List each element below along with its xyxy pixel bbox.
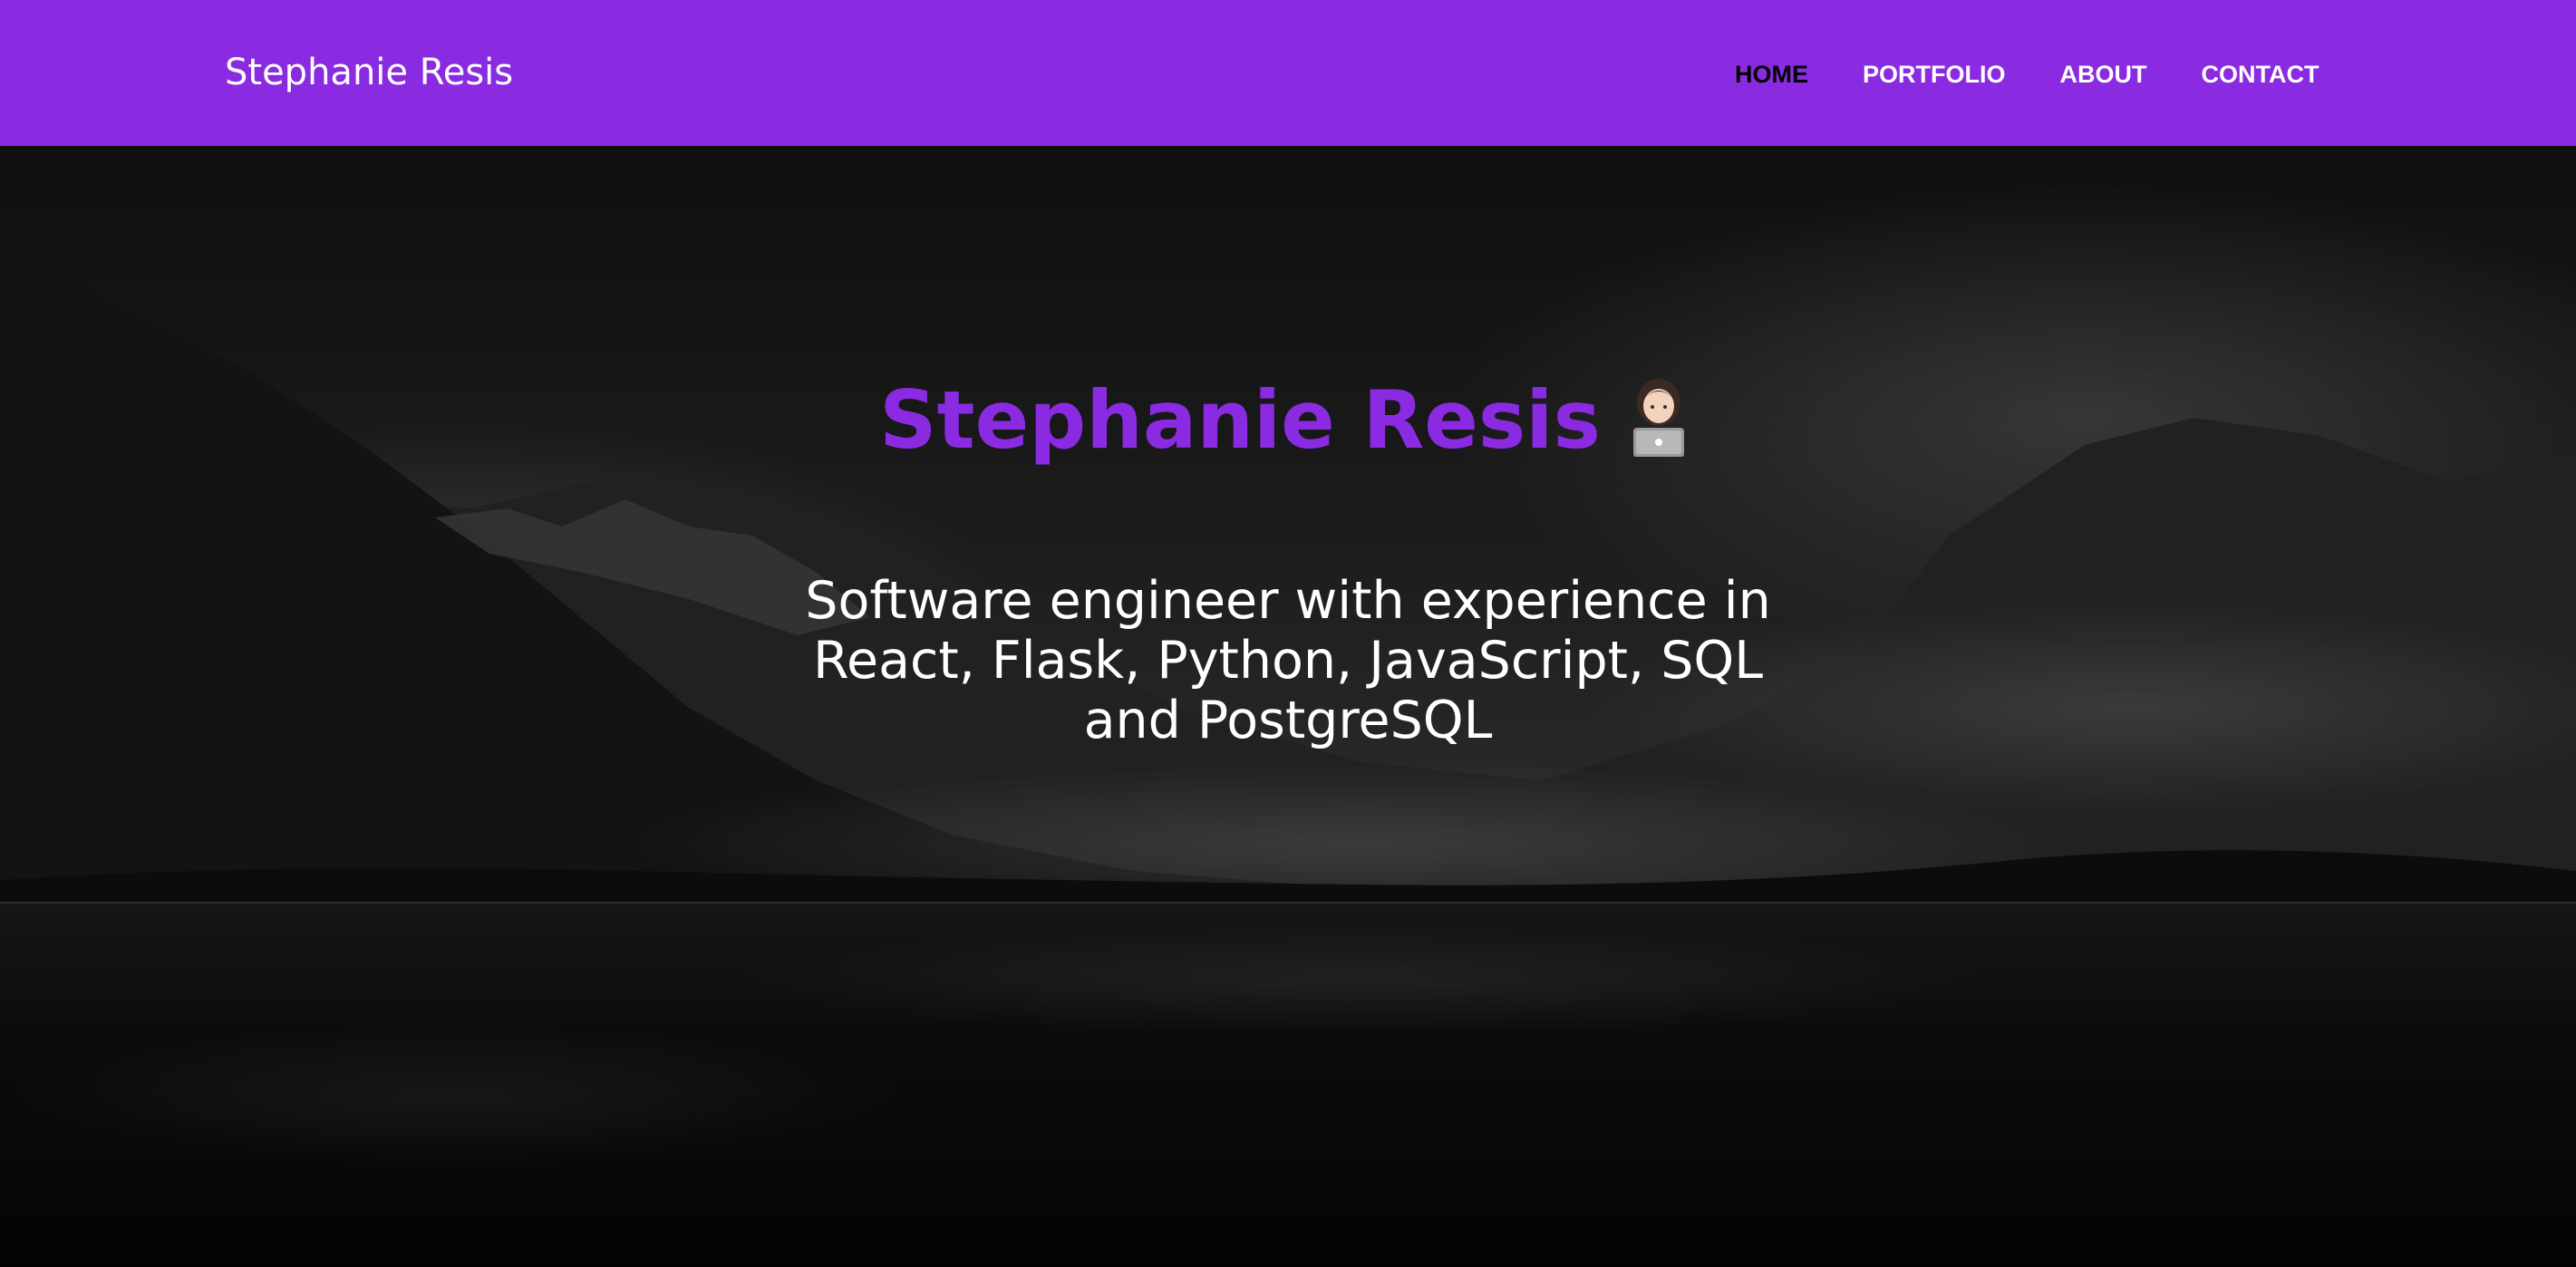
hero-title: Stephanie Resis bbox=[0, 371, 2576, 470]
nav-link-about[interactable]: ABOUT bbox=[2060, 58, 2147, 91]
technologist-at-laptop-icon bbox=[1621, 375, 1697, 457]
hero-title-text: Stephanie Resis bbox=[879, 373, 1601, 467]
nav-link-contact[interactable]: CONTACT bbox=[2202, 58, 2319, 91]
hero-content: Stephanie Resis Software engineer with e… bbox=[0, 146, 2576, 1267]
brand-logo-link[interactable]: Stephanie Resis bbox=[225, 47, 513, 98]
page: Stephanie Resis HOME PORTFOLIO ABOUT CON… bbox=[0, 0, 2576, 1267]
main-nav: HOME PORTFOLIO ABOUT CONTACT bbox=[1735, 56, 2319, 92]
hero-section: Stephanie Resis Software engineer with e… bbox=[0, 146, 2576, 1267]
nav-link-home[interactable]: HOME bbox=[1735, 58, 1808, 91]
navbar: Stephanie Resis HOME PORTFOLIO ABOUT CON… bbox=[0, 0, 2576, 146]
hero-subtitle: Software engineer with experience in Rea… bbox=[805, 571, 1771, 750]
nav-link-portfolio[interactable]: PORTFOLIO bbox=[1863, 58, 2006, 91]
